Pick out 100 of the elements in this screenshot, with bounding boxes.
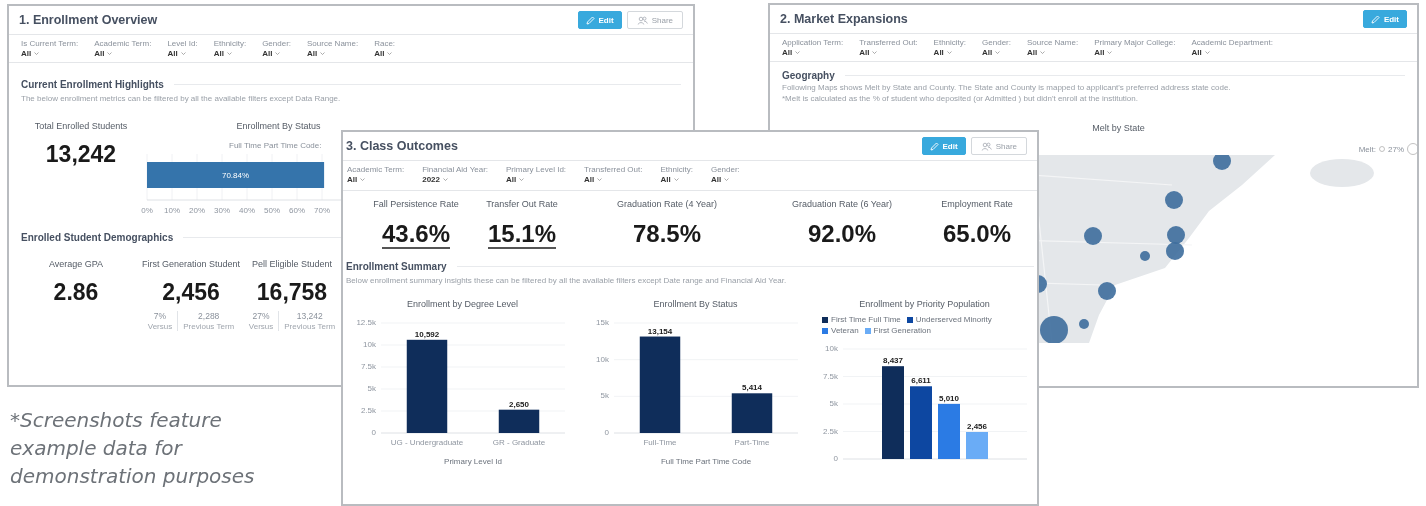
metric-label: Fall Persistence Rate	[373, 199, 459, 209]
filter-dropdown[interactable]: All	[347, 175, 405, 184]
comparison-value: 13,242	[296, 311, 323, 321]
bar-value-label: 5,010	[938, 393, 959, 403]
filter-label: Primary Level Id:	[506, 165, 567, 174]
filter-label: Academic Term:	[347, 165, 405, 174]
filter-dropdown[interactable]: All	[782, 48, 844, 57]
filter-label: Ethnicity:	[213, 39, 247, 48]
metric-link[interactable]: 43.6%	[381, 221, 451, 249]
bar	[965, 432, 988, 459]
metric-value: 78.5%	[632, 221, 702, 249]
bar-value-label: 8,437	[882, 356, 903, 366]
section-heading: Geography	[782, 70, 835, 81]
filter-dropdown[interactable]: All	[584, 175, 643, 184]
filter-dropdown[interactable]: All	[307, 49, 359, 58]
filter-dropdown[interactable]: All	[982, 48, 1011, 57]
filter-dropdown[interactable]: All	[262, 49, 292, 58]
metric-value: 16,758	[256, 279, 328, 306]
filter-label: Ethnicity:	[660, 165, 693, 174]
comparison-caption: Previous Term	[284, 322, 336, 331]
legend-label: Underserved Minority	[915, 315, 992, 324]
filter-dropdown[interactable]: All	[1191, 48, 1273, 57]
chevron-down-icon	[34, 52, 40, 55]
metric-label: Employment Rate	[941, 199, 1013, 209]
metric-link[interactable]: 15.1%	[487, 221, 557, 249]
filter-dropdown[interactable]: All	[660, 175, 693, 184]
filter-dropdown[interactable]: All	[1094, 48, 1176, 57]
filter-label: Ethnicity:	[933, 38, 967, 47]
chevron-down-icon	[1107, 51, 1113, 54]
axis-tick-label: Full-Time	[643, 438, 676, 447]
filter-dropdown[interactable]: All	[213, 49, 247, 58]
chevron-down-icon	[872, 51, 878, 54]
filter-dropdown[interactable]: All	[506, 175, 567, 184]
pencil-icon	[1370, 14, 1380, 24]
filter-dropdown[interactable]: All	[933, 48, 967, 57]
filter-dropdown[interactable]: All	[94, 49, 152, 58]
axis-tick-label: 0	[371, 428, 376, 437]
bar-value-label: 70.84%	[222, 171, 250, 180]
metric-value: 65.0%	[942, 221, 1012, 249]
metric-label: Graduation Rate (4 Year)	[616, 199, 718, 209]
axis-tick-label: 40%	[239, 206, 255, 215]
section-description: *Melt is calculated as the % of student who deposited (or Admitted ) but didn't enroll at the institution.	[782, 94, 1139, 103]
legend-label: Veteran	[831, 326, 859, 335]
axis-tick-label: 5k	[600, 391, 609, 401]
filter-label: Academic Term:	[94, 39, 152, 48]
chevron-down-icon	[320, 52, 326, 55]
filter-dropdown[interactable]: 2022	[422, 175, 489, 184]
legend-label: First Generation	[873, 326, 931, 335]
bar	[498, 409, 539, 433]
axis-tick-label: 0	[833, 454, 838, 463]
legend-label: Melt:	[1358, 144, 1376, 154]
filter-dropdown[interactable]: All	[167, 49, 198, 58]
filter-label: Transferred Out:	[584, 165, 643, 174]
metric-label: Total Enrolled Students	[34, 121, 128, 131]
comparison-value: 27%	[252, 311, 270, 321]
filter-label: Is Current Term:	[21, 39, 79, 48]
chevron-down-icon	[180, 52, 186, 55]
chevron-down-icon	[387, 52, 393, 55]
chevron-down-icon	[1040, 51, 1046, 54]
section-heading: Enrollment Summary	[346, 261, 447, 272]
filter-label: Level Id:	[167, 39, 198, 48]
window-title: 1. Enrollment Overview	[19, 13, 158, 27]
filter-dropdown[interactable]: All	[374, 49, 396, 58]
filter-label: Primary Major College:	[1094, 38, 1176, 47]
filter-dropdown[interactable]: All	[859, 48, 918, 57]
axis-tick-label: 5k	[829, 399, 838, 408]
filter-label: Gender:	[710, 165, 740, 174]
axis-tick-label: GR - Graduate	[492, 438, 545, 447]
axis-title: Primary Level Id	[443, 457, 502, 466]
caption-text: *Screenshots feature example data for demonstration purposes	[10, 407, 256, 490]
filter-dropdown[interactable]: All	[710, 175, 740, 184]
metric-label: Graduation Rate (6 Year)	[791, 199, 893, 209]
axis-tick-label: 30%	[214, 206, 230, 215]
chevron-down-icon	[226, 52, 232, 55]
chart-title: Enrollment By Status	[235, 121, 322, 131]
section-description: Following Maps shows Melt by State and County. The State and County is mapped to applicant's preferred address state code.	[782, 83, 1232, 92]
chevron-down-icon	[995, 51, 1001, 54]
axis-title: Full Time Part Time Code	[660, 457, 751, 466]
metric-label: First Generation Student	[141, 259, 241, 269]
bar-value-label: 2,650	[508, 399, 529, 409]
filter-dropdown[interactable]: All	[21, 49, 79, 58]
bar-value-label: 10,592	[414, 329, 439, 339]
axis-tick-label: 7.5k	[822, 371, 838, 381]
legend-value: 27%	[1388, 144, 1404, 154]
filter-dropdown[interactable]: All	[1027, 48, 1079, 57]
axis-tick-label: 10%	[164, 206, 180, 215]
bar	[937, 403, 960, 459]
chart-title: Enrollment by Priority Population	[859, 299, 990, 309]
bar-value-label: 5,414	[741, 383, 762, 393]
axis-tick-label: 50%	[264, 206, 280, 215]
chart-title: Melt by State	[1091, 123, 1146, 133]
filter-label: Race:	[374, 39, 396, 48]
axis-tick-label: 20%	[189, 206, 205, 215]
chevron-down-icon	[519, 178, 525, 181]
comparison-caption: Versus	[248, 322, 274, 331]
metric-label: Average GPA	[48, 259, 104, 269]
filter-label: Transferred Out:	[859, 38, 918, 47]
filter-label: Source Name:	[1027, 38, 1079, 47]
legend-label: First Time Full Time	[831, 315, 901, 324]
filter-label: Gender:	[262, 39, 292, 48]
